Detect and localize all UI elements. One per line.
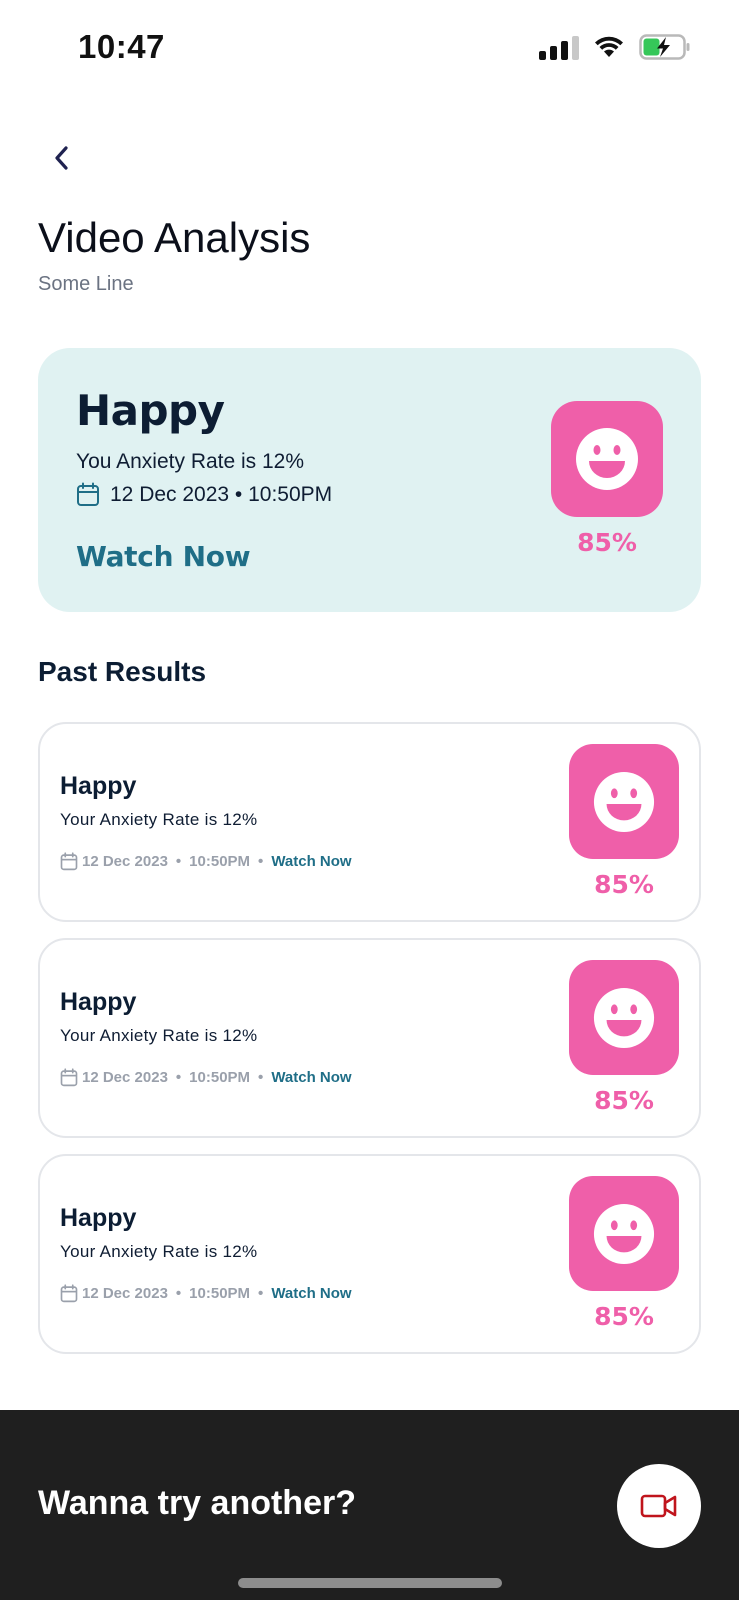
smiley-face-icon xyxy=(551,401,663,517)
past-result-card[interactable]: Happy Your Anxiety Rate is 12% 12 Dec 20… xyxy=(38,722,701,922)
battery-charging-icon xyxy=(639,34,691,60)
past-result-time: 10:50PM xyxy=(189,1069,251,1086)
separator-dot: • xyxy=(258,1285,264,1302)
past-result-mood: Happy xyxy=(60,772,137,800)
wifi-icon xyxy=(593,35,625,59)
past-result-card[interactable]: Happy Your Anxiety Rate is 12% 12 Dec 20… xyxy=(38,1154,701,1354)
past-result-meta: 12 Dec 2023 • 10:50PM • Watch Now xyxy=(60,1068,352,1087)
separator-dot: • xyxy=(175,1069,182,1086)
past-result-percent: 85% xyxy=(594,1086,654,1115)
calendar-icon xyxy=(60,1068,78,1087)
past-result-anxiety-rate: Your Anxiety Rate is 12% xyxy=(60,810,258,829)
cellular-signal-icon xyxy=(539,34,579,60)
past-result-percent: 85% xyxy=(594,870,654,899)
past-result-watch-now-link[interactable]: Watch Now xyxy=(271,853,351,870)
latest-result-mood: Happy xyxy=(76,386,225,435)
past-result-percent: 85% xyxy=(594,1302,654,1331)
separator-dot: • xyxy=(175,1285,182,1302)
past-result-meta: 12 Dec 2023 • 10:50PM • Watch Now xyxy=(60,852,352,871)
past-result-anxiety-rate: Your Anxiety Rate is 12% xyxy=(60,1026,258,1045)
record-video-button[interactable] xyxy=(617,1464,701,1548)
past-result-watch-now-link[interactable]: Watch Now xyxy=(271,1069,351,1086)
status-icons xyxy=(539,34,691,60)
latest-result-card: Happy You Anxiety Rate is 12% 12 Dec 202… xyxy=(38,348,701,612)
calendar-icon xyxy=(60,1284,78,1303)
try-another-prompt: Wanna try another? xyxy=(38,1484,356,1522)
smiley-face-icon xyxy=(569,960,679,1075)
status-time: 10:47 xyxy=(78,28,165,65)
past-result-date: 12 Dec 2023 xyxy=(82,853,168,870)
past-result-time: 10:50PM xyxy=(189,853,251,870)
past-results-title: Past Results xyxy=(38,656,207,687)
latest-result-percent: 85% xyxy=(577,528,637,557)
past-result-date: 12 Dec 2023 xyxy=(82,1069,168,1086)
chevron-left-icon xyxy=(55,146,68,170)
latest-result-datetime: 12 Dec 2023 • 10:50PM xyxy=(110,482,333,506)
past-result-time: 10:50PM xyxy=(189,1285,251,1302)
calendar-icon xyxy=(77,482,99,506)
latest-watch-now-link[interactable]: Watch Now xyxy=(76,540,251,573)
back-button[interactable] xyxy=(44,140,80,176)
video-camera-icon xyxy=(640,1494,677,1518)
separator-dot: • xyxy=(258,853,264,870)
past-result-watch-now-link[interactable]: Watch Now xyxy=(271,1285,351,1302)
bottom-cta-bar: Wanna try another? xyxy=(0,1410,739,1600)
calendar-icon xyxy=(60,852,78,871)
smiley-face-icon xyxy=(569,744,679,859)
separator-dot: • xyxy=(175,853,182,870)
past-result-mood: Happy xyxy=(60,1204,137,1232)
page-subtitle: Some Line xyxy=(38,273,134,295)
status-bar: 10:47 xyxy=(0,0,739,100)
latest-result-anxiety-rate: You Anxiety Rate is 12% xyxy=(76,450,305,473)
past-result-anxiety-rate: Your Anxiety Rate is 12% xyxy=(60,1242,258,1261)
past-result-card[interactable]: Happy Your Anxiety Rate is 12% 12 Dec 20… xyxy=(38,938,701,1138)
smiley-face-icon xyxy=(569,1176,679,1291)
latest-result-date-row: 12 Dec 2023 • 10:50PM xyxy=(76,482,332,507)
page-title: Video Analysis xyxy=(38,214,311,261)
home-indicator[interactable] xyxy=(238,1578,502,1588)
separator-dot: • xyxy=(258,1069,264,1086)
past-result-meta: 12 Dec 2023 • 10:50PM • Watch Now xyxy=(60,1284,352,1303)
past-result-date: 12 Dec 2023 xyxy=(82,1285,168,1302)
past-result-mood: Happy xyxy=(60,988,137,1016)
